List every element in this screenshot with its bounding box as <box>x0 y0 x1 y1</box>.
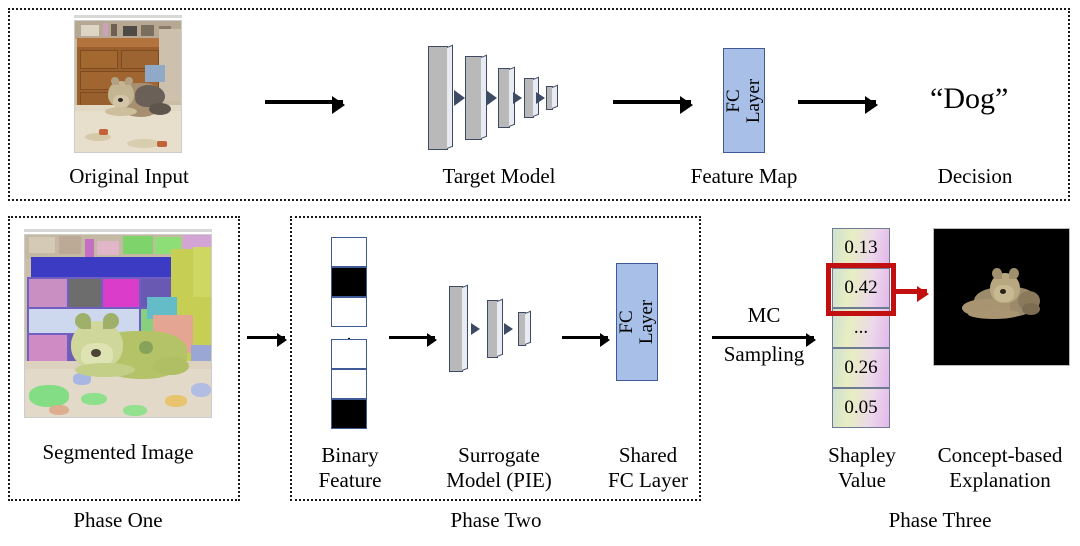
binary-feature-line2: Feature <box>318 467 382 492</box>
binary-feature-line1: Binary <box>321 443 379 467</box>
highlight-box <box>826 263 896 316</box>
label-original-input: Original Input <box>69 164 189 188</box>
surrogate-model-network <box>449 282 549 382</box>
arrow-phaseone-to-phasetwo <box>247 333 287 347</box>
binary-cell <box>331 399 367 429</box>
concept-line2: Explanation <box>949 467 1051 492</box>
label-binary-feature: Binary Feature <box>304 443 396 493</box>
label-phase-one: Phase One <box>73 508 163 532</box>
arrow-mc-sampling <box>712 333 816 347</box>
decision-value: “Dog” <box>930 82 1009 115</box>
surrogate-line2: Model (PIE) <box>446 467 552 492</box>
arrow-model-to-featuremap <box>613 96 693 114</box>
binary-cell <box>331 297 367 327</box>
original-input-topline <box>74 15 182 18</box>
shared-fc-layer: FC Layer <box>616 263 658 381</box>
original-input-image <box>74 20 182 153</box>
shared-fc-label-line1: Shared <box>618 443 678 467</box>
shapley-value-column: 0.13 0.42 ... 0.26 0.05 <box>832 228 890 428</box>
label-feature-map: Feature Map <box>690 164 798 188</box>
arrow-input-to-model <box>265 96 345 114</box>
label-decision: Decision <box>937 164 1013 188</box>
label-concept-explanation: Concept-based Explanation <box>920 443 1080 493</box>
fc-line2: Layer <box>743 78 764 123</box>
target-model-network <box>428 44 570 156</box>
fc-layer-text: FC Layer <box>723 78 764 123</box>
feature-map-fc-layer: FC Layer <box>723 48 765 153</box>
fc-line1: FC <box>723 88 745 113</box>
concept-line1: Concept-based <box>937 443 1063 467</box>
label-target-model: Target Model <box>442 164 556 188</box>
arrow-highlight-to-explanation <box>895 286 929 302</box>
segmented-image <box>24 234 212 418</box>
figure-canvas: Original Input Target Model FC Layer Feat… <box>0 0 1080 546</box>
binary-cell <box>331 339 367 369</box>
binary-cell <box>331 267 367 297</box>
shapley-cell: 0.13 <box>832 228 890 268</box>
shared-fc-label-line2: FC Layer <box>608 467 688 492</box>
shared-fc-line2: Layer <box>636 299 657 345</box>
shared-fc-layer-text: FC Layer <box>616 299 657 345</box>
shapley-line1: Shapley <box>828 443 896 467</box>
shapley-line2: Value <box>838 467 886 492</box>
concept-explanation-image <box>933 228 1070 366</box>
label-mc: MC <box>747 303 781 327</box>
shapley-cell: 0.05 <box>832 388 890 428</box>
arrow-surrogate-to-sharedfc <box>562 333 610 347</box>
label-sampling: Sampling <box>723 342 805 366</box>
binary-feature-column: ... <box>331 237 367 429</box>
binary-cell <box>331 237 367 267</box>
label-phase-three: Phase Three <box>888 508 992 532</box>
label-shapley-value: Shapley Value <box>812 443 912 493</box>
binary-cell <box>331 369 367 399</box>
label-surrogate-model: Surrogate Model (PIE) <box>425 443 573 493</box>
shapley-cell: 0.26 <box>832 348 890 388</box>
label-shared-fc-layer: Shared FC Layer <box>593 443 703 493</box>
arrow-binary-to-surrogate <box>389 333 437 347</box>
segmented-image-topline <box>24 229 212 232</box>
label-phase-two: Phase Two <box>450 508 542 532</box>
arrow-featuremap-to-decision <box>798 96 878 114</box>
shared-fc-line1: FC <box>616 310 638 334</box>
label-segmented-image: Segmented Image <box>42 440 194 464</box>
surrogate-line1: Surrogate <box>458 443 540 467</box>
